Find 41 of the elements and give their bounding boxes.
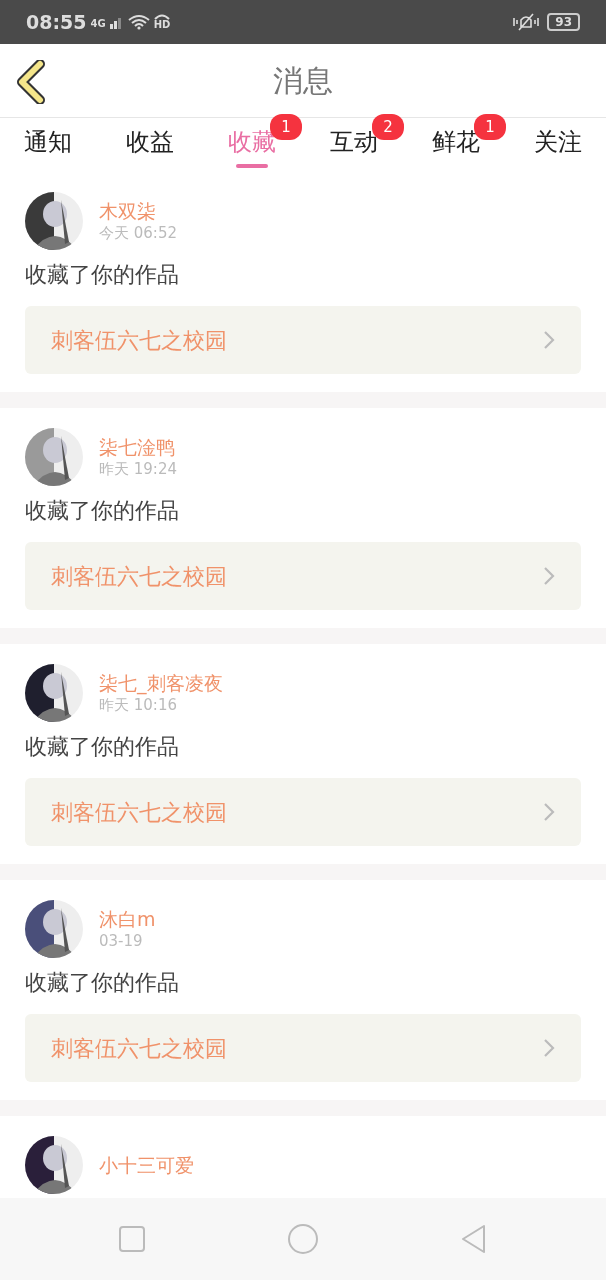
- message-text: 收藏了你的作品: [25, 733, 180, 761]
- user-name[interactable]: 柒七淦鸭: [99, 435, 177, 459]
- tab[interactable]: 通知: [24, 120, 72, 170]
- message-time: 03-19: [99, 931, 144, 951]
- user-name[interactable]: 小十三可爱: [99, 1153, 194, 1177]
- recent-apps-button[interactable]: [118, 1225, 147, 1253]
- work-title: 刺客伍六七之校园: [51, 798, 227, 827]
- work-link[interactable]: 刺客伍六七之校园: [25, 542, 581, 610]
- vibrate-mute-icon: [513, 12, 540, 32]
- work-link[interactable]: 刺客伍六七之校园: [25, 778, 581, 846]
- message-text: 收藏了你的作品: [25, 497, 180, 525]
- work-title: 刺客伍六七之校园: [51, 562, 227, 591]
- hd-label: HD: [153, 20, 171, 30]
- message-text: 收藏了你的作品: [25, 969, 180, 997]
- user-name[interactable]: 沐白m: [99, 907, 156, 931]
- work-title: 刺客伍六七之校园: [51, 1034, 227, 1063]
- wifi-icon: [127, 14, 150, 30]
- message-time: 昨天 10:16: [99, 695, 178, 715]
- user-name[interactable]: 柒七_刺客凌夜: [99, 671, 223, 695]
- home-button[interactable]: [287, 1223, 319, 1255]
- network-label: 4G: [90, 19, 106, 29]
- work-link[interactable]: 刺客伍六七之校园: [25, 1014, 581, 1082]
- message-text: 收藏了你的作品: [25, 261, 180, 289]
- clock-time: 08:55: [26, 9, 87, 35]
- chevron-right-icon: [543, 802, 555, 822]
- tab[interactable]: 收益: [126, 120, 174, 170]
- tab-indicator: [236, 164, 268, 168]
- work-link[interactable]: 刺客伍六七之校园: [25, 306, 581, 374]
- back-nav-button[interactable]: [459, 1224, 488, 1254]
- user-name[interactable]: 木双柒: [99, 199, 177, 223]
- message-time: 今天 06:52: [99, 223, 177, 243]
- message-time: 昨天 19:24: [99, 459, 177, 479]
- page-title: 消息: [273, 62, 333, 100]
- battery-level: 93: [547, 13, 580, 31]
- signal-icon: [109, 15, 124, 29]
- chevron-right-icon: [543, 1038, 555, 1058]
- chevron-right-icon: [543, 566, 555, 586]
- back-button[interactable]: [16, 60, 48, 104]
- tab[interactable]: 关注: [534, 120, 582, 170]
- chevron-right-icon: [543, 330, 555, 350]
- work-title: 刺客伍六七之校园: [51, 326, 227, 355]
